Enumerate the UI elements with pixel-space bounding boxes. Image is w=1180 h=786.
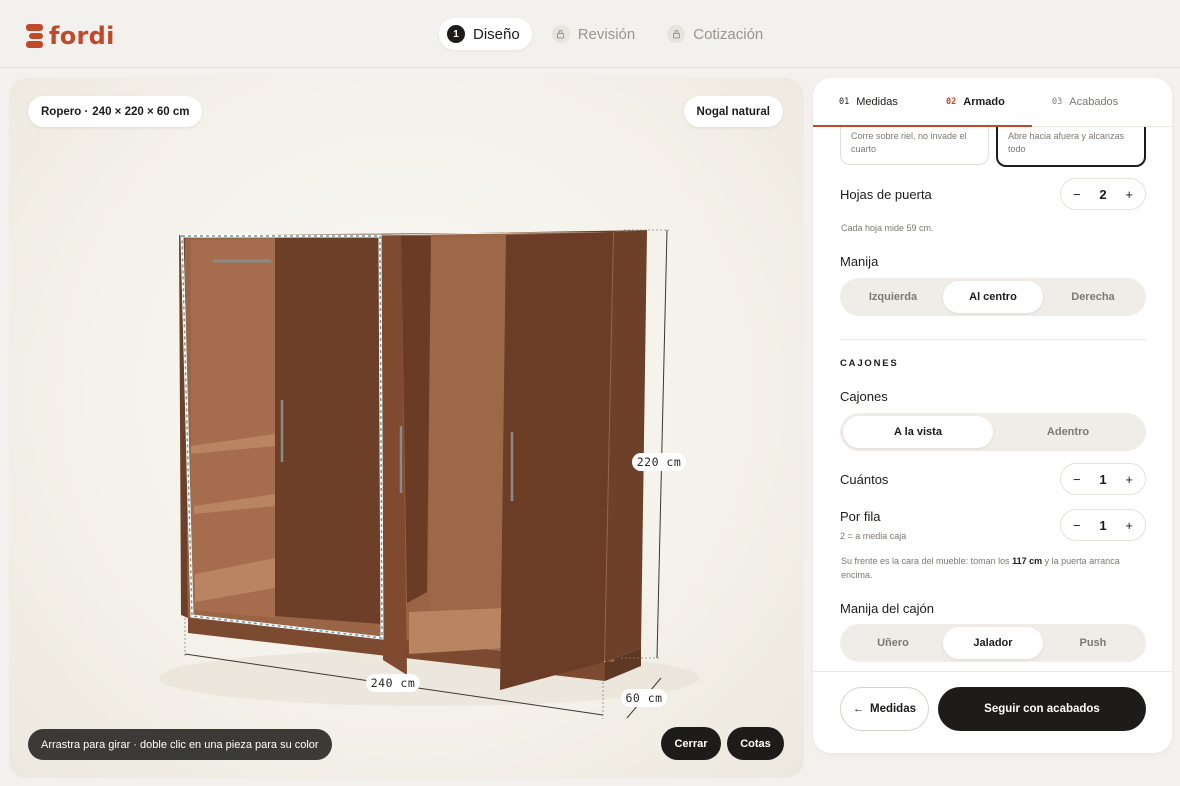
count-label: Cuántos: [840, 472, 889, 487]
divider: [840, 339, 1146, 340]
handle-option-center[interactable]: Al centro: [942, 281, 1043, 313]
arrow-left-icon: ←: [852, 703, 864, 715]
top-bar: fordi 1 Diseño Revisión Cotización: [0, 0, 1180, 68]
door-leaves-note: Cada hoja mide 59 cm.: [841, 223, 934, 233]
lock-icon: [667, 25, 686, 43]
panel-footer: ← Medidas Seguir con acabados: [813, 671, 1172, 753]
close-button[interactable]: Cerrar: [661, 727, 721, 760]
drawer-handle-label: Manija del cajón: [840, 601, 934, 616]
brand-name: fordi: [49, 22, 115, 50]
step-quote[interactable]: Cotización: [659, 18, 775, 50]
step-number: 1: [447, 25, 465, 43]
product-dims-chip: Ropero · 240 × 220 × 60 cm: [28, 96, 203, 127]
tab-acabados[interactable]: 03 Acabados: [1032, 78, 1172, 126]
handle-option-right[interactable]: Derecha: [1043, 281, 1143, 313]
drawer-handle-option-unero[interactable]: Uñero: [843, 627, 943, 659]
tab-label: Acabados: [1069, 96, 1119, 108]
panel-scroll-area[interactable]: Corre sobre riel, no invade el cuarto Ab…: [813, 127, 1172, 671]
minus-button[interactable]: −: [1073, 187, 1081, 202]
drawer-handle-option-push[interactable]: Push: [1043, 627, 1143, 659]
per-row-stepper: − 1 +: [1060, 509, 1146, 541]
minus-button[interactable]: −: [1073, 472, 1081, 487]
step-label: Diseño: [473, 25, 520, 43]
lock-icon: [551, 25, 570, 43]
door-leaves-stepper: − 2 +: [1060, 178, 1146, 210]
count-stepper: − 1 +: [1060, 463, 1146, 495]
tab-number: 02: [946, 97, 957, 107]
plus-button[interactable]: +: [1125, 187, 1133, 202]
tab-number: 03: [1052, 97, 1063, 107]
drawer-handle-segmented: Uñero Jalador Push: [840, 624, 1146, 662]
back-button[interactable]: ← Medidas: [840, 687, 929, 731]
3d-viewer[interactable]: 220 cm 240 cm 60 cm Ropero · 240 × 220 ×…: [9, 78, 804, 778]
logo-icon: [26, 24, 43, 48]
back-button-label: Medidas: [869, 703, 916, 715]
minus-button[interactable]: −: [1073, 518, 1081, 533]
option-description: Abre hacia afuera y alcanzas todo: [1008, 131, 1125, 154]
handle-option-left[interactable]: Izquierda: [843, 281, 943, 313]
door-option-sliding[interactable]: Corre sobre riel, no invade el cuarto: [840, 127, 989, 165]
dim-width-label: 240 cm: [371, 676, 416, 690]
next-button[interactable]: Seguir con acabados: [938, 687, 1146, 731]
drawers-option-inside[interactable]: Adentro: [993, 416, 1143, 448]
door-leaves-label: Hojas de puerta: [840, 187, 932, 202]
drawers-label: Cajones: [840, 389, 888, 404]
drawer-handle-option-jalador[interactable]: Jalador: [942, 627, 1043, 659]
handle-label: Manija: [840, 254, 879, 269]
option-description: Corre sobre riel, no invade el cuarto: [851, 131, 967, 154]
finish-chip[interactable]: Nogal natural: [683, 96, 783, 127]
tab-medidas[interactable]: 01 Medidas: [813, 78, 926, 127]
tab-number: 01: [839, 97, 850, 107]
viewer-hint: Arrastra para girar · doble clic en una …: [28, 729, 332, 760]
tab-label: Armado: [963, 96, 1005, 108]
step-review[interactable]: Revisión: [544, 18, 648, 50]
brand-logo[interactable]: fordi: [26, 22, 115, 50]
front-note-text: Su frente es la cara del mueble: toman l…: [841, 556, 1010, 566]
stepper-value: 1: [1099, 517, 1107, 533]
wardrobe-model[interactable]: 220 cm 240 cm 60 cm: [9, 78, 804, 778]
door-option-hinged[interactable]: Abre hacia afuera y alcanzas todo: [996, 127, 1146, 167]
dim-depth-label: 60 cm: [625, 691, 662, 705]
section-title-drawers: CAJONES: [840, 358, 899, 369]
plus-button[interactable]: +: [1125, 518, 1133, 533]
drawers-option-visible[interactable]: A la vista: [843, 416, 993, 448]
tab-label: Medidas: [856, 96, 898, 108]
front-note: Su frente es la cara del mueble: toman l…: [841, 554, 1141, 582]
dimensions-toggle-button[interactable]: Cotas: [727, 727, 784, 760]
product-name: Ropero ·: [41, 105, 89, 118]
step-nav: 1 Diseño Revisión Cotización: [439, 18, 775, 50]
dim-height-label: 220 cm: [637, 455, 682, 469]
per-row-sub: 2 = a media caja: [840, 531, 907, 541]
product-dims: 240 × 220 × 60 cm: [92, 105, 190, 118]
stepper-value: 1: [1099, 471, 1107, 487]
step-label: Revisión: [577, 25, 636, 43]
per-row-label: Por fila: [840, 509, 881, 524]
stepper-value: 2: [1099, 186, 1107, 202]
step-label: Cotización: [693, 25, 764, 43]
front-note-value: 117 cm: [1012, 556, 1043, 566]
config-panel: 01 Medidas 02 Armado 03 Acabados Corre s…: [813, 78, 1172, 753]
handle-segmented: Izquierda Al centro Derecha: [840, 278, 1146, 316]
tab-armado[interactable]: 02 Armado: [926, 78, 1032, 127]
panel-tabs: 01 Medidas 02 Armado 03 Acabados: [813, 78, 1172, 127]
step-design[interactable]: 1 Diseño: [439, 18, 532, 50]
drawers-segmented: A la vista Adentro: [840, 413, 1146, 451]
plus-button[interactable]: +: [1125, 472, 1133, 487]
